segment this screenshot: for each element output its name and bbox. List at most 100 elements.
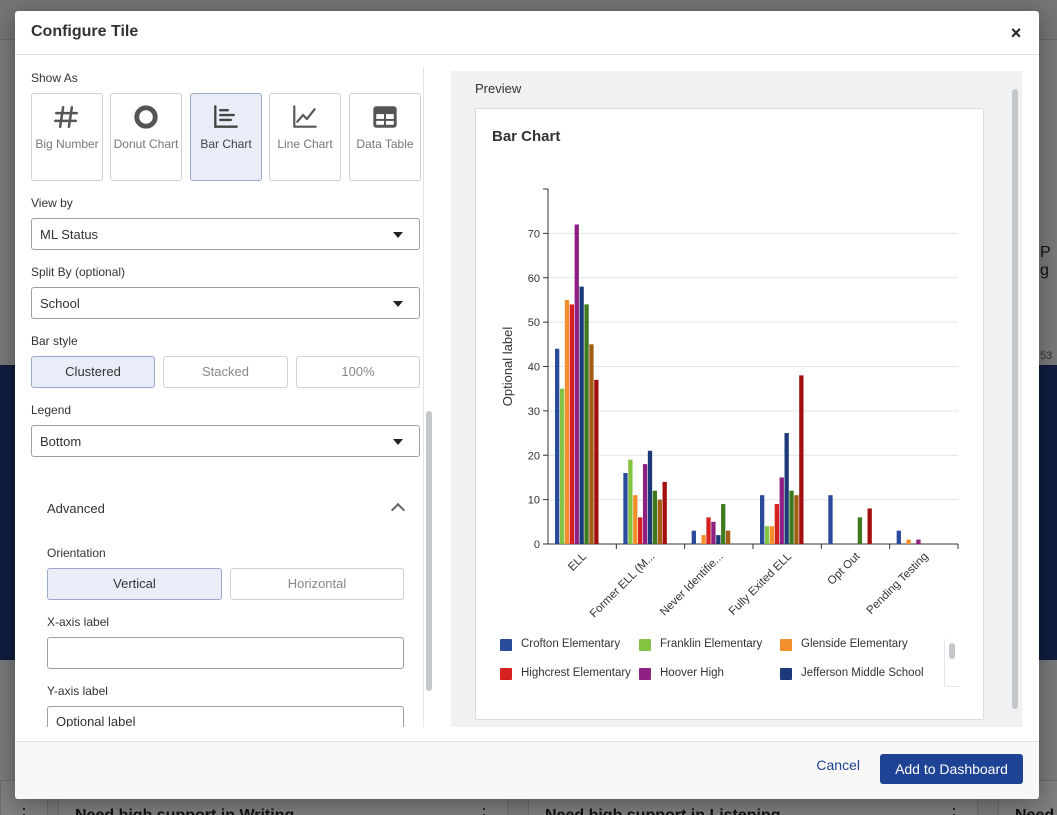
modal-header: Configure Tile × [15,11,1039,55]
tile-data-table-button[interactable]: Data Table [349,93,421,181]
x-tick-label: ELL [566,550,589,573]
bar [564,299,570,544]
bar [638,517,643,544]
settings-scrollbar[interactable] [423,67,433,727]
bar [589,344,594,544]
legend-label: Hoover High [660,667,724,679]
bar-style-clustered-button[interactable]: Clustered [31,356,155,388]
bar [657,499,662,544]
legend-label: Jefferson Middle School [801,667,924,679]
bar [584,304,589,544]
y-axis-title: Optional label [500,327,515,407]
preview-scroll-thumb[interactable] [1012,89,1018,709]
preview-label: Preview [475,81,522,96]
bar-chart: 0 10 20 30 40 50 60 70 Optional label ELLFormer E… [500,188,959,621]
y-tick-label: 70 [528,228,540,240]
chevron-up-icon [390,502,406,518]
legend-value: Bottom [40,434,82,449]
advanced-title: Advanced [47,501,105,516]
bar [691,530,696,544]
orientation-vertical-button[interactable]: Vertical [47,568,222,600]
split-by-select[interactable]: School [31,287,420,319]
view-by-value: ML Status [40,227,99,242]
bar [764,526,770,544]
bar [784,433,789,544]
bar [579,286,584,544]
modal-footer: Cancel Add to Dashboard [15,741,1039,799]
tile-label: Big Number [35,137,99,151]
legend-swatch [639,639,651,651]
legend-label: Legend [31,403,72,417]
x-tick-label: Opt Out [826,550,864,588]
add-to-dashboard-button[interactable]: Add to Dashboard [880,754,1023,784]
bar [633,495,638,544]
x-tick-label: Fully Exited ELL [727,550,795,618]
table-icon [373,106,397,128]
legend-swatch [639,668,651,680]
chevron-down-icon [393,439,403,445]
cancel-button[interactable]: Cancel [816,757,860,773]
settings-scroll-thumb[interactable] [426,411,432,691]
preview-scrollbar[interactable] [1010,87,1020,713]
legend-swatch [500,639,512,651]
y-tick-label: 50 [528,317,540,329]
advanced-section-toggle[interactable]: Advanced [47,499,406,519]
bar [799,375,804,544]
bar [701,535,706,544]
bar [647,450,653,544]
tile-label: Donut Chart [113,137,179,151]
bar [706,517,711,544]
legend-swatch [780,639,792,651]
bar [721,504,726,544]
bar [594,379,599,544]
x-axis-field[interactable] [47,637,404,669]
tile-big-number-button[interactable]: Big Number [31,93,103,181]
bar [794,495,799,544]
tile-line-chart-button[interactable]: Line Chart [269,93,341,181]
tile-label: Line Chart [277,137,333,151]
bar [623,473,628,544]
bar [569,304,574,544]
bar-style-label: Bar style [31,334,78,348]
bar [906,539,911,544]
bar-chart-icon [214,105,238,128]
x-tick-label: Pending Testing [865,551,931,617]
bar [769,526,775,544]
orientation-label: Orientation [47,546,106,560]
bar [896,530,901,544]
legend-scroll-thumb[interactable] [949,643,955,659]
legend-select[interactable]: Bottom [31,425,420,457]
bar [555,348,560,544]
configure-tile-modal: Configure Tile × Show As Big Number Donu… [15,11,1039,799]
orientation-horizontal-button[interactable]: Horizontal [230,568,404,600]
y-tick-label: 20 [528,450,540,462]
bar [916,539,921,544]
legend-scrollbar[interactable] [944,639,960,687]
close-icon[interactable]: × [1005,22,1027,44]
legend-label: Highcrest Elementary [521,667,631,679]
bar [711,521,716,544]
bar-style-stacked-button[interactable]: Stacked [163,356,288,388]
y-tick-label: 10 [528,495,540,507]
bar [867,508,872,544]
x-tick-label: Never Identifie... [658,551,726,619]
legend-label: Glenside Elementary [801,638,908,650]
bar [774,504,779,544]
bar-style-percent-button[interactable]: 100% [296,356,420,388]
preview-panel: Preview Bar Chart 0 10 20 30 40 50 60 70 Optiona… [451,71,1022,727]
view-by-select[interactable]: ML Status [31,218,420,250]
bar [642,464,648,544]
y-axis-label: Y-axis label [47,684,108,698]
y-axis-field[interactable]: Optional label [47,706,404,727]
bar [574,224,579,544]
show-as-label: Show As [31,71,78,85]
legend-label: Franklin Elementary [660,638,763,650]
donut-icon [134,105,158,129]
bar [857,517,863,544]
x-axis-label: X-axis label [47,615,110,629]
bar [716,535,721,544]
tile-donut-chart-button[interactable]: Donut Chart [110,93,182,181]
x-tick-label: Former ELL (M... [588,551,658,621]
bar [652,490,658,544]
tile-bar-chart-button[interactable]: Bar Chart [190,93,262,181]
